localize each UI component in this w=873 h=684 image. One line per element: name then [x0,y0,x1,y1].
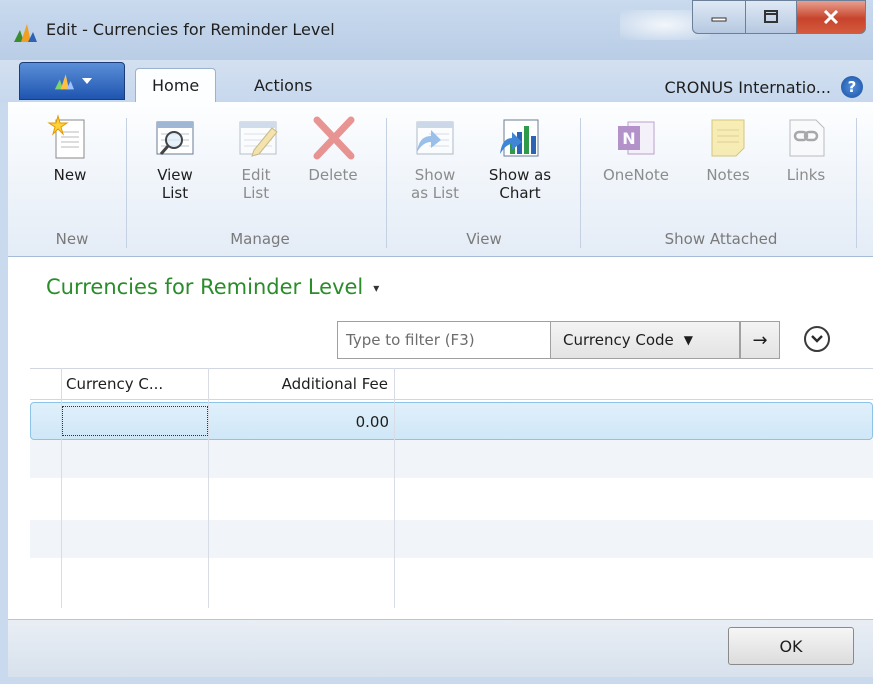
column-divider [394,368,395,608]
data-grid: Currency C... Additional Fee 0.00 [30,368,873,608]
group-separator [580,118,581,248]
close-button[interactable] [796,0,866,34]
group-label-view: View [466,230,502,248]
show-as-list-button[interactable]: Show as List [404,114,466,202]
new-document-icon [46,114,94,162]
new-button[interactable]: New [46,114,94,184]
app-logo-icon [54,74,74,90]
filter-placeholder: Type to filter (F3) [346,331,475,349]
window-frame-bottom [0,677,873,684]
chevron-down-icon [811,335,823,343]
chevron-down-icon [82,78,92,84]
tab-actions[interactable]: Actions [238,68,328,102]
page-title-text: Currencies for Reminder Level [46,275,364,299]
show-as-chart-label-2: Chart [499,184,541,202]
delete-icon [309,114,357,162]
table-row-empty[interactable] [30,560,873,598]
filter-field-select[interactable]: Currency Code ▼ [550,321,740,359]
notes-button[interactable]: Notes [698,114,758,184]
close-icon [823,10,839,24]
window-title: Edit - Currencies for Reminder Level [46,20,335,39]
table-row-empty[interactable] [30,440,873,478]
delete-button[interactable]: Delete [298,114,368,184]
view-list-button[interactable]: View List [150,114,200,202]
svg-text:N: N [622,129,635,148]
table-row[interactable]: 0.00 [30,402,873,440]
minimize-icon [711,17,727,22]
column-divider [61,368,62,608]
edit-list-label-2: List [242,184,270,202]
window-controls [692,0,868,36]
table-row-empty[interactable] [30,520,873,558]
minimize-button[interactable] [692,0,746,34]
edit-list-label-1: Edit [241,166,271,184]
group-label-new: New [55,230,89,248]
onenote-label: OneNote [602,166,670,184]
table-row-empty[interactable] [30,480,873,518]
show-as-list-label-1: Show [414,166,456,184]
window: Edit - Currencies for Reminder Level Hom… [0,0,873,684]
group-label-show-attached: Show Attached [664,230,778,248]
notes-icon [704,114,752,162]
arrow-right-icon: → [752,329,768,351]
title-dropdown-icon[interactable]: ▾ [373,281,379,295]
delete-label: Delete [308,166,358,184]
links-icon [782,114,830,162]
filter-input[interactable]: Type to filter (F3) [337,321,551,359]
links-button[interactable]: Links [778,114,834,184]
show-as-list-label-2: as List [411,184,459,202]
app-logo-icon [14,24,37,42]
edit-list-icon [234,114,282,162]
grid-header: Currency C... Additional Fee [30,368,873,400]
title-bar: Edit - Currencies for Reminder Level [0,0,873,60]
help-icon[interactable]: ? [841,76,863,98]
onenote-icon: N [612,114,660,162]
edit-list-button[interactable]: Edit List [234,114,278,202]
column-header-currency-code[interactable]: Currency C... [66,369,206,399]
currency-code-cell[interactable] [62,406,208,436]
view-list-icon [151,114,199,162]
ok-button[interactable]: OK [728,627,854,665]
show-as-chart-button[interactable]: Show as Chart [478,114,562,202]
additional-fee-cell[interactable]: 0.00 [213,403,389,441]
maximize-button[interactable] [745,0,797,34]
new-label: New [53,166,87,184]
column-header-additional-fee[interactable]: Additional Fee [212,369,388,399]
column-divider [208,368,209,608]
window-frame-left [0,102,8,677]
tab-home[interactable]: Home [135,68,217,103]
group-label-manage: Manage [230,230,290,248]
chart-icon [496,114,544,162]
show-as-chart-label-1: Show as [488,166,552,184]
view-list-label-1: View [157,166,193,184]
links-label: Links [786,166,826,184]
filter-go-button[interactable]: → [740,321,780,359]
group-separator [386,118,387,248]
notes-label: Notes [706,166,750,184]
show-as-list-icon [411,114,459,162]
page-title[interactable]: Currencies for Reminder Level ▾ [46,275,379,299]
company-name[interactable]: CRONUS Internatio... [664,78,831,97]
expand-filter-button[interactable] [804,326,830,352]
view-list-label-2: List [161,184,189,202]
group-separator [126,118,127,248]
chevron-down-icon: ▼ [683,333,693,347]
application-menu-button[interactable] [19,62,125,100]
group-separator [856,118,857,248]
filter-field-label: Currency Code [563,331,674,349]
onenote-button[interactable]: N OneNote [596,114,676,184]
maximize-icon [764,10,778,23]
